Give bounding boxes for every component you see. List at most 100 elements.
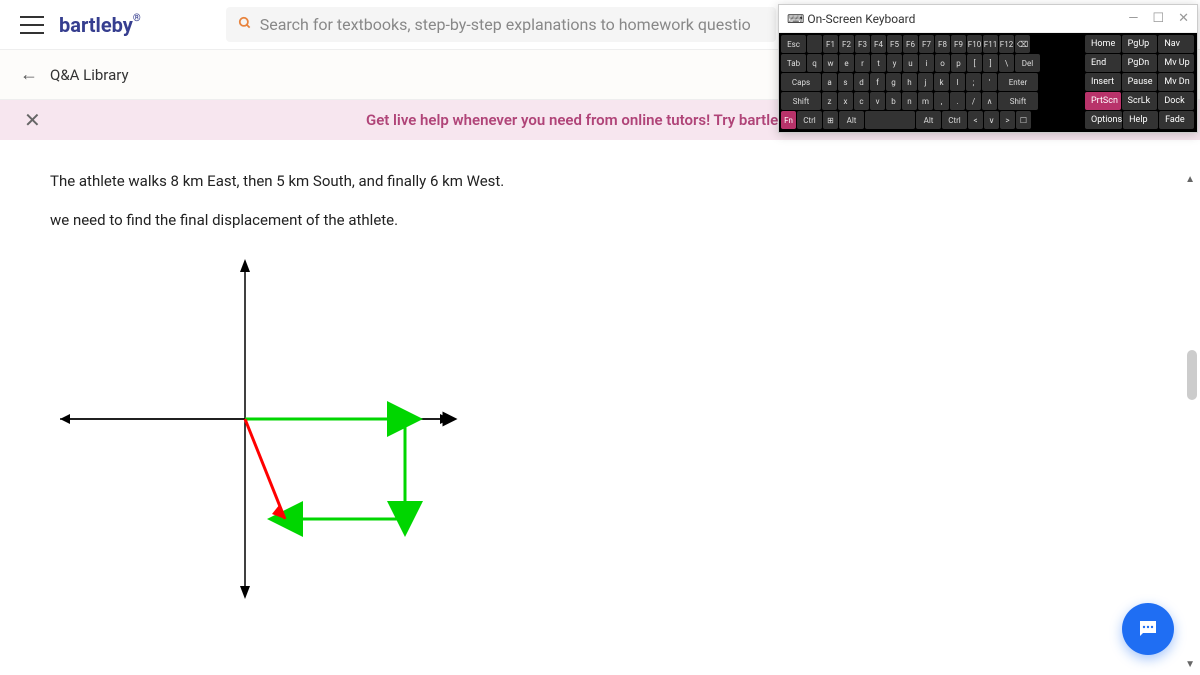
key-.[interactable]: . xyxy=(950,92,965,110)
key-k[interactable]: k xyxy=(934,73,949,91)
key-F1[interactable]: F1 xyxy=(823,35,838,53)
key-Alt[interactable]: Alt xyxy=(839,111,864,129)
chat-button[interactable] xyxy=(1122,603,1174,655)
key-pgdn[interactable]: PgDn xyxy=(1122,54,1158,72)
key-i[interactable]: i xyxy=(919,54,934,72)
key-⌫[interactable]: ⌫ xyxy=(1015,35,1030,53)
key-Alt[interactable]: Alt xyxy=(916,111,941,129)
key-dock[interactable]: Dock xyxy=(1158,92,1194,110)
key-b[interactable]: b xyxy=(886,92,901,110)
key-☐[interactable]: ☐ xyxy=(1016,111,1031,129)
back-nav[interactable]: ← Q&A Library xyxy=(20,64,129,85)
key-Shift[interactable]: Shift xyxy=(998,92,1038,110)
key-F12[interactable]: F12 xyxy=(999,35,1014,53)
key-x[interactable]: x xyxy=(838,92,853,110)
key-∧[interactable]: ∧ xyxy=(982,92,997,110)
key-Esc[interactable]: Esc xyxy=(781,35,806,53)
key-mv dn[interactable]: Mv Dn xyxy=(1158,73,1194,91)
key-g[interactable]: g xyxy=(886,73,901,91)
key-F4[interactable]: F4 xyxy=(871,35,886,53)
key-\[interactable]: \ xyxy=(999,54,1014,72)
logo[interactable]: bartleby xyxy=(59,13,141,37)
key-F10[interactable]: F10 xyxy=(967,35,982,53)
key-Shift[interactable]: Shift xyxy=(781,92,821,110)
content-area: The athlete walks 8 km East, then 5 km S… xyxy=(0,140,1200,642)
key-space[interactable] xyxy=(807,35,822,53)
key-insert[interactable]: Insert xyxy=(1085,73,1121,91)
key-pgup[interactable]: PgUp xyxy=(1122,35,1158,53)
key-F8[interactable]: F8 xyxy=(935,35,950,53)
key-F3[interactable]: F3 xyxy=(855,35,870,53)
key-n[interactable]: n xyxy=(902,92,917,110)
window-controls: — ☐ ✕ xyxy=(1128,11,1189,26)
key-f[interactable]: f xyxy=(870,73,885,91)
key-s[interactable]: s xyxy=(838,73,853,91)
key-F6[interactable]: F6 xyxy=(903,35,918,53)
key-z[interactable]: z xyxy=(822,92,837,110)
key-mv up[interactable]: Mv Up xyxy=(1158,54,1194,72)
key-h[interactable]: h xyxy=(902,73,917,91)
key-o[interactable]: o xyxy=(935,54,950,72)
key-Enter[interactable]: Enter xyxy=(998,73,1038,91)
scrollbar-thumb[interactable] xyxy=(1187,350,1197,400)
key-fade[interactable]: Fade xyxy=(1159,111,1194,129)
key-a[interactable]: a xyxy=(822,73,837,91)
key-F7[interactable]: F7 xyxy=(919,35,934,53)
key-options[interactable]: Options xyxy=(1085,111,1122,129)
key-Ctrl[interactable]: Ctrl xyxy=(797,111,822,129)
key-u[interactable]: u xyxy=(903,54,918,72)
key-scrlk[interactable]: ScrLk xyxy=(1122,92,1158,110)
menu-icon[interactable] xyxy=(20,16,44,34)
key-Ctrl[interactable]: Ctrl xyxy=(942,111,967,129)
search-input[interactable]: Search for textbooks, step-by-step expla… xyxy=(226,7,776,42)
key-m[interactable]: m xyxy=(918,92,933,110)
key-d[interactable]: d xyxy=(854,73,869,91)
close-icon[interactable]: ✕ xyxy=(1178,11,1189,26)
key-help[interactable]: Help xyxy=(1123,111,1158,129)
key-c[interactable]: c xyxy=(854,92,869,110)
key-[[interactable]: [ xyxy=(967,54,982,72)
scroll-down-icon[interactable]: ▼ xyxy=(1185,659,1195,670)
key-/[interactable]: / xyxy=(966,92,981,110)
key-][interactable]: ] xyxy=(983,54,998,72)
scroll-up-icon[interactable]: ▲ xyxy=(1185,174,1195,185)
key-Fn[interactable]: Fn xyxy=(781,111,796,129)
key-<[interactable]: < xyxy=(968,111,983,129)
key-y[interactable]: y xyxy=(887,54,902,72)
key-v[interactable]: v xyxy=(870,92,885,110)
key-nav[interactable]: Nav xyxy=(1158,35,1194,53)
key-∨[interactable]: ∨ xyxy=(984,111,999,129)
key-prtscn[interactable]: PrtScn xyxy=(1085,92,1121,110)
osk-titlebar[interactable]: ⌨ On-Screen Keyboard — ☐ ✕ xyxy=(779,5,1197,33)
key-F9[interactable]: F9 xyxy=(951,35,966,53)
key-⊞[interactable]: ⊞ xyxy=(823,111,838,129)
key-Caps[interactable]: Caps xyxy=(781,73,821,91)
key-home[interactable]: Home xyxy=(1085,35,1121,53)
minimize-icon[interactable]: — xyxy=(1128,11,1138,26)
key-l[interactable]: l xyxy=(950,73,965,91)
key-end[interactable]: End xyxy=(1085,54,1121,72)
key-;[interactable]: ; xyxy=(966,73,981,91)
key-F11[interactable]: F11 xyxy=(983,35,998,53)
search-icon xyxy=(238,15,252,34)
key-Del[interactable]: Del xyxy=(1015,54,1040,72)
key-F2[interactable]: F2 xyxy=(839,35,854,53)
key-p[interactable]: p xyxy=(951,54,966,72)
key-Tab[interactable]: Tab xyxy=(781,54,806,72)
close-icon[interactable]: ✕ xyxy=(24,108,41,132)
key-F5[interactable]: F5 xyxy=(887,35,902,53)
key-t[interactable]: t xyxy=(871,54,886,72)
key-pause[interactable]: Pause xyxy=(1122,73,1158,91)
key-j[interactable]: j xyxy=(918,73,933,91)
osk-title-text: On-Screen Keyboard xyxy=(807,12,915,26)
key-r[interactable]: r xyxy=(855,54,870,72)
key-'[interactable]: ' xyxy=(982,73,997,91)
key-q[interactable]: q xyxy=(807,54,822,72)
key-space[interactable] xyxy=(865,111,915,129)
key-e[interactable]: e xyxy=(839,54,854,72)
key-w[interactable]: w xyxy=(823,54,838,72)
osk-window[interactable]: ⌨ On-Screen Keyboard — ☐ ✕ Esc F1F2F3F4F5… xyxy=(778,4,1198,133)
key-,[interactable]: , xyxy=(934,92,949,110)
maximize-icon[interactable]: ☐ xyxy=(1152,11,1164,26)
key->[interactable]: > xyxy=(1000,111,1015,129)
